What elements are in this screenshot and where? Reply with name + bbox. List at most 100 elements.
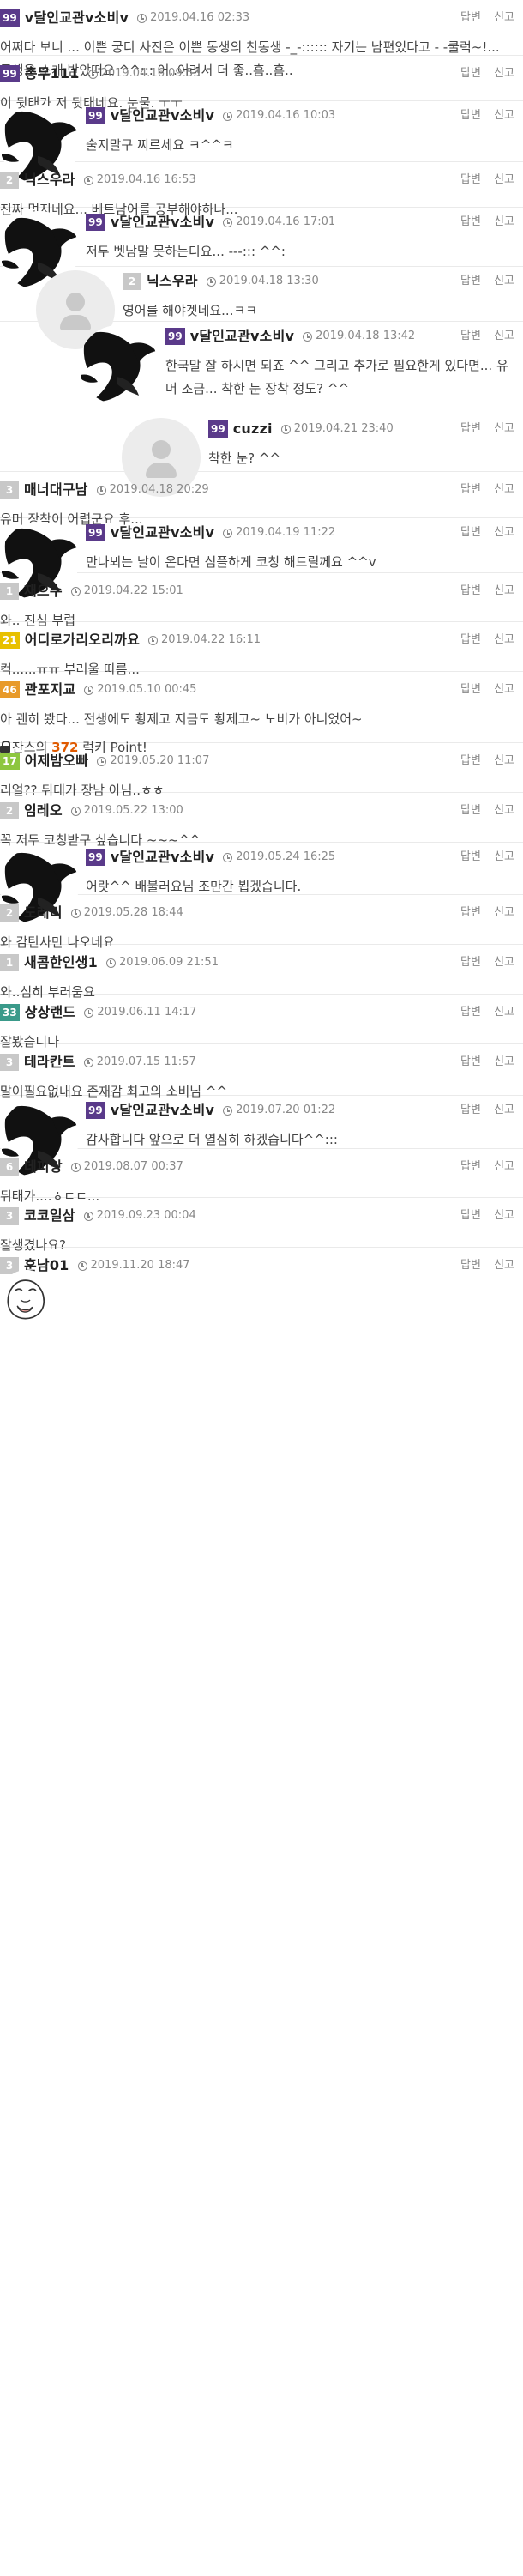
clock-icon	[83, 1057, 93, 1067]
nickname[interactable]: 데피앙	[24, 1158, 63, 1176]
report-button[interactable]: 신고	[494, 1160, 514, 1173]
reply-button[interactable]: 답변	[460, 173, 481, 186]
comment-depth-0: 21 어디로가리오리까요 2019.04.22 16:11 컥......ㅠㅠ …	[0, 622, 523, 677]
reply-button[interactable]: 답변	[460, 215, 481, 228]
nickname[interactable]: v달인교관v소비v	[111, 1101, 214, 1120]
report-button[interactable]: 신고	[494, 683, 514, 696]
reply-button[interactable]: 답변	[460, 1259, 481, 1272]
report-button[interactable]: 신고	[494, 215, 514, 228]
reply-button[interactable]: 답변	[460, 850, 481, 863]
comment-depth-1: 99 v달인교관v소비v 2019.04.19 11:22 만나뵈는 날이 온다…	[0, 518, 523, 601]
nickname[interactable]: v달인교관v소비v	[111, 848, 214, 867]
comment-date: 2019.07.15 11:57	[96, 1055, 196, 1068]
nickname[interactable]: 테라칸트	[24, 1053, 75, 1072]
report-button[interactable]: 신고	[494, 804, 514, 817]
reply-button[interactable]: 답변	[460, 1104, 481, 1116]
report-button[interactable]: 신고	[494, 109, 514, 122]
report-button[interactable]: 신고	[494, 1055, 514, 1068]
reply-button[interactable]: 답변	[460, 109, 481, 122]
report-button[interactable]: 신고	[494, 1209, 514, 1222]
reply-button[interactable]: 답변	[460, 683, 481, 696]
nickname[interactable]: 닉스우라	[147, 272, 198, 291]
user-avatar-face[interactable]	[0, 1270, 53, 1323]
comment-meta: 33 상상랜드 2019.06.11 14:17	[0, 1003, 523, 1022]
comment-actions: 답변 신고	[451, 213, 514, 232]
comment-meta: 2 도레미 2019.05.28 18:44	[0, 904, 523, 922]
nickname[interactable]: 어디로가리오리까요	[25, 631, 140, 650]
reply-button[interactable]: 답변	[460, 754, 481, 767]
comment-date: 2019.11.20 18:47	[90, 1259, 190, 1272]
level-badge: 99	[86, 107, 105, 124]
comment-actions: 답변 신고	[451, 64, 514, 83]
report-button[interactable]: 신고	[494, 906, 514, 919]
report-button[interactable]: 신고	[494, 1259, 514, 1272]
reply-button[interactable]: 답변	[460, 67, 481, 80]
reply-button[interactable]: 답변	[460, 1160, 481, 1173]
comment-date: 2019.07.20 01:22	[236, 1104, 336, 1116]
report-button[interactable]: 신고	[494, 422, 514, 435]
nickname[interactable]: 총무111	[25, 64, 80, 83]
comment-text: 감사합니다 앞으로 더 열심히 하겠습니다^^:::	[86, 1132, 338, 1147]
comment-meta: 2 닉스우라 2019.04.16 16:53	[0, 171, 523, 190]
reply-button[interactable]: 답변	[460, 584, 481, 597]
report-button[interactable]: 신고	[494, 850, 514, 863]
reply-button[interactable]: 답변	[460, 1055, 481, 1068]
nickname[interactable]: cuzzi	[233, 420, 273, 438]
report-button[interactable]: 신고	[494, 754, 514, 767]
report-button[interactable]: 신고	[494, 526, 514, 539]
comment-actions: 답변 신고	[451, 953, 514, 972]
report-button[interactable]: 신고	[494, 173, 514, 186]
reply-button[interactable]: 답변	[460, 483, 481, 496]
nickname[interactable]: 매너대구남	[24, 481, 88, 499]
nickname[interactable]: 재으수	[24, 582, 63, 601]
report-button[interactable]: 신고	[494, 633, 514, 646]
nickname[interactable]: v달인교관v소비v	[111, 213, 214, 232]
level-badge: 99	[0, 9, 20, 27]
reply-button[interactable]: 답변	[460, 275, 481, 287]
nickname[interactable]: 관포지교	[25, 680, 76, 699]
reply-button[interactable]: 답변	[460, 526, 481, 539]
comment-date: 2019.05.10 00:45	[97, 683, 197, 696]
level-badge: 99	[165, 328, 185, 345]
reply-button[interactable]: 답변	[460, 906, 481, 919]
comment-meta: 1 재으수 2019.04.22 15:01	[0, 582, 523, 601]
comment-date: 2019.04.22 16:11	[160, 633, 262, 646]
nickname[interactable]: 닉스우라	[24, 171, 75, 190]
reply-button[interactable]: 답변	[460, 1006, 481, 1019]
report-button[interactable]: 신고	[494, 330, 514, 342]
nickname[interactable]: 도레미	[24, 904, 63, 922]
report-button[interactable]: 신고	[494, 11, 514, 24]
nickname[interactable]: 임레오	[24, 801, 63, 820]
reply-button[interactable]: 답변	[460, 330, 481, 342]
report-button[interactable]: 신고	[494, 584, 514, 597]
comment-meta: 17 어제밤오빠 2019.05.20 11:07	[0, 752, 523, 771]
reply-button[interactable]: 답변	[460, 11, 481, 24]
nickname[interactable]: v달인교관v소비v	[190, 327, 294, 346]
comment-depth-0: 1 재으수 2019.04.22 15:01 와.. 진심 부럽 답변 신고	[0, 573, 523, 628]
report-button[interactable]: 신고	[494, 483, 514, 496]
user-avatar-black[interactable]	[79, 325, 158, 404]
nickname[interactable]: v달인교관v소비v	[111, 106, 214, 125]
report-button[interactable]: 신고	[494, 956, 514, 969]
nickname[interactable]: 코코일삼	[24, 1206, 75, 1225]
comment-actions: 답변 신고	[451, 848, 514, 867]
nickname[interactable]: v달인교관v소비v	[111, 523, 214, 542]
reply-button[interactable]: 답변	[460, 1209, 481, 1222]
clock-icon	[77, 1261, 87, 1271]
reply-button[interactable]: 답변	[460, 956, 481, 969]
nickname[interactable]: 어제밤오빠	[25, 752, 89, 771]
reply-button[interactable]: 답변	[460, 422, 481, 435]
reply-button[interactable]: 답변	[460, 633, 481, 646]
report-button[interactable]: 신고	[494, 275, 514, 287]
nickname[interactable]: 새콤한인생1	[24, 953, 98, 972]
nickname[interactable]: v달인교관v소비v	[25, 9, 129, 27]
comment-depth-0: 99 v달인교관v소비v 2019.04.16 02:33 어쩌다 보니 ...…	[0, 0, 523, 78]
comment-date: 2019.05.24 16:25	[236, 850, 336, 863]
reply-button[interactable]: 답변	[460, 804, 481, 817]
report-button[interactable]: 신고	[494, 67, 514, 80]
comment-actions: 답변 신고	[451, 1206, 514, 1225]
report-button[interactable]: 신고	[494, 1006, 514, 1019]
comment-actions: 답변 신고	[451, 752, 514, 771]
nickname[interactable]: 상상랜드	[25, 1003, 76, 1022]
report-button[interactable]: 신고	[494, 1104, 514, 1116]
